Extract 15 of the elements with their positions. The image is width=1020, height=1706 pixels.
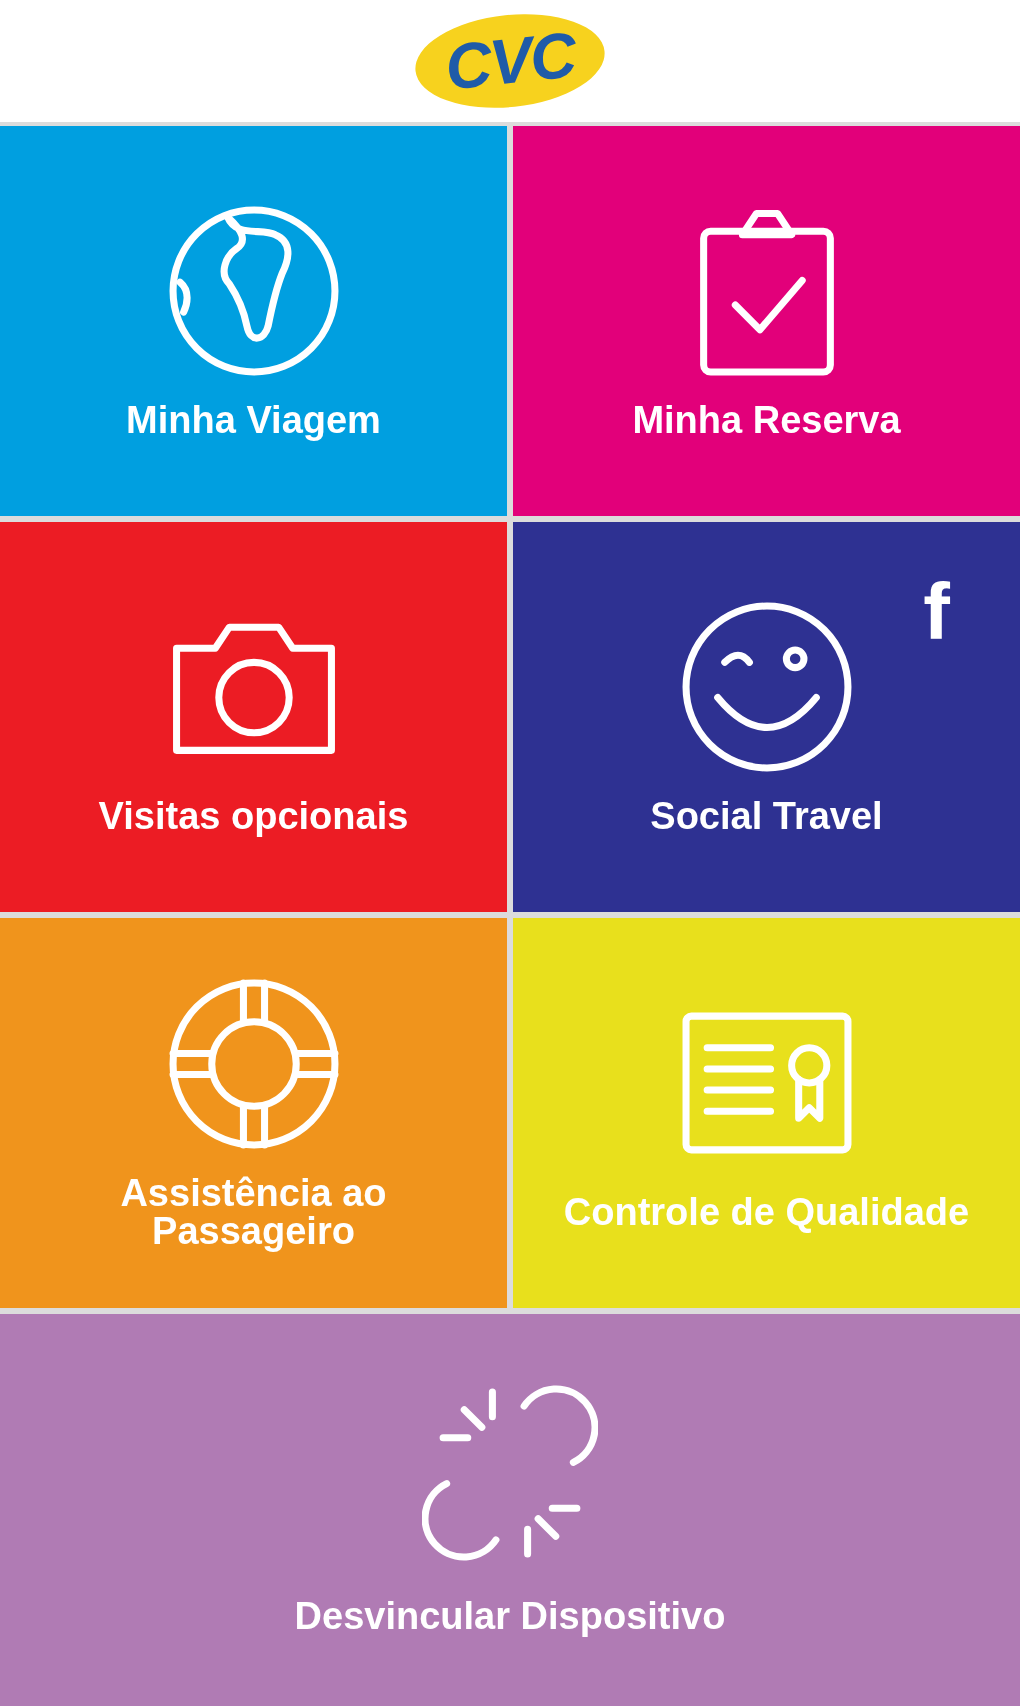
tile-label: Desvincular Dispositivo — [294, 1597, 726, 1635]
menu-tile[interactable]: Minha Reserva — [513, 126, 1020, 516]
tile-label: Social Travel — [650, 797, 883, 835]
menu-tile[interactable]: Assistência ao Passageiro — [0, 918, 507, 1308]
broken-link-icon — [422, 1385, 598, 1561]
tile-label: Visitas opcionais — [98, 797, 409, 835]
tile-label: Minha Viagem — [126, 401, 381, 439]
tile-label: Assistência ao Passageiro — [119, 1174, 388, 1250]
tile-label: Minha Reserva — [632, 401, 901, 439]
menu-tile[interactable]: Desvincular Dispositivo — [0, 1314, 1020, 1706]
menu-tile[interactable]: f Social Travel — [513, 522, 1020, 912]
facebook-icon: f — [923, 572, 950, 652]
menu-tile[interactable]: Visitas opcionais — [0, 522, 507, 912]
tile-label: Controle de Qualidade — [563, 1193, 970, 1231]
menu-tile[interactable]: Minha Viagem — [0, 126, 507, 516]
